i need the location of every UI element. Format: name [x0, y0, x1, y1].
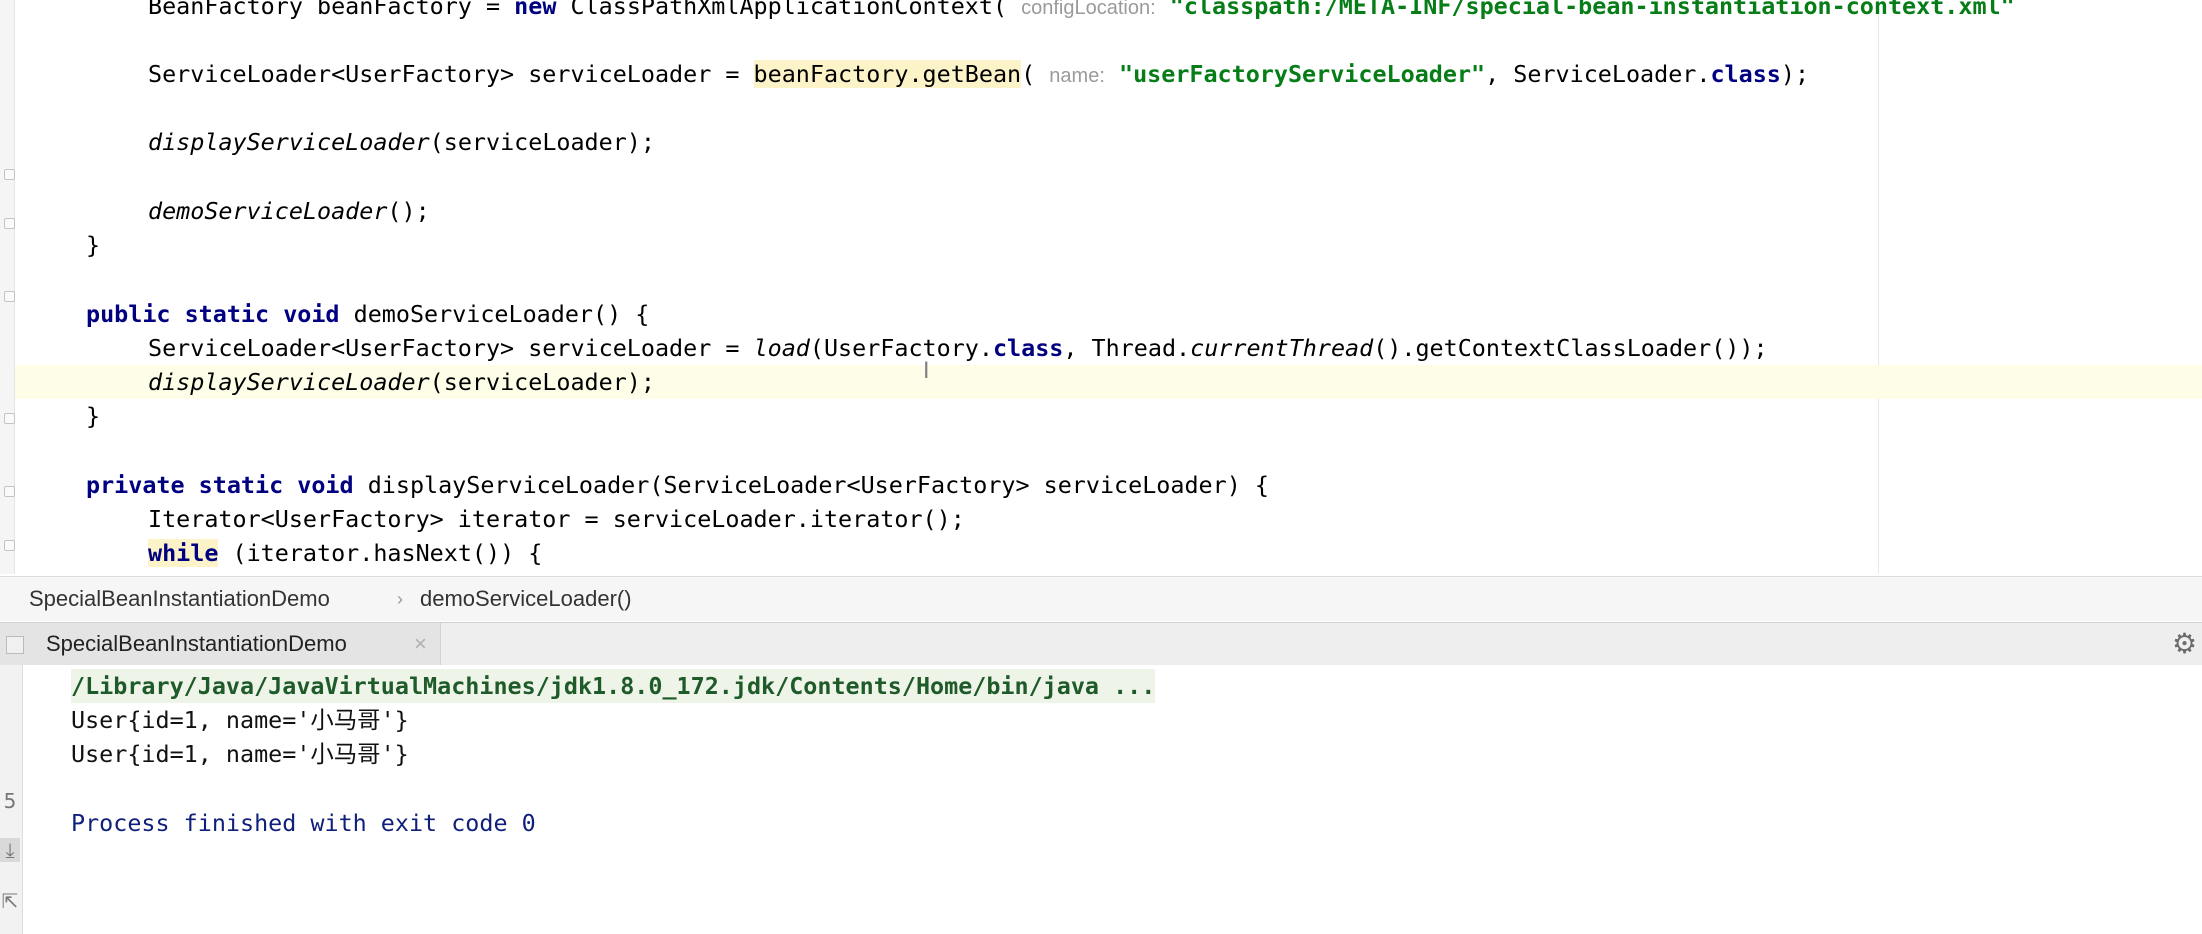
- breadcrumb-item-method[interactable]: demoServiceLoader(): [420, 577, 632, 621]
- code-token: load: [753, 334, 810, 362]
- close-tab-icon[interactable]: ×: [414, 623, 427, 665]
- fold-marker[interactable]: [4, 291, 15, 302]
- fold-marker[interactable]: [4, 218, 15, 229]
- code-token: (iterator.hasNext()) {: [218, 539, 543, 567]
- breadcrumb-item-class[interactable]: SpecialBeanInstantiationDemo: [29, 577, 330, 621]
- code-token: displayServiceLoader: [148, 368, 430, 396]
- code-line[interactable]: BeanFactory beanFactory = new ClassPathX…: [148, 0, 2015, 23]
- fold-marker[interactable]: [4, 413, 15, 424]
- breadcrumb: SpecialBeanInstantiationDemo › demoServi…: [0, 576, 2202, 621]
- code-token: }: [86, 402, 101, 430]
- soft-wrap-button[interactable]: ⇱: [0, 889, 20, 913]
- code-token: void: [283, 300, 340, 328]
- code-token: ServiceLoader<UserFactory> serviceLoader…: [148, 334, 754, 362]
- code-token: void: [297, 471, 354, 499]
- code-line[interactable]: private static void displayServiceLoader…: [86, 468, 1269, 502]
- code-token: private: [86, 471, 185, 499]
- fold-marker[interactable]: [4, 486, 15, 497]
- breadcrumb-separator-icon: ›: [397, 589, 403, 609]
- code-token: (UserFactory.: [809, 334, 993, 362]
- code-token: , Thread.: [1063, 334, 1191, 362]
- code-line[interactable]: Iterator<UserFactory> iterator = service…: [148, 502, 965, 536]
- fold-marker[interactable]: [4, 540, 15, 551]
- gear-icon[interactable]: ⚙: [2172, 623, 2197, 665]
- code-token: public: [86, 300, 171, 328]
- rerun-button[interactable]: 5: [0, 789, 20, 813]
- parameter-hint: name:: [1049, 65, 1105, 87]
- code-token: demoServiceLoader() {: [339, 300, 650, 328]
- code-token: static: [198, 471, 284, 499]
- console-exit-message: Process finished with exit code 0: [71, 809, 536, 837]
- code-token: (serviceLoader);: [429, 368, 655, 396]
- run-config-icon: [6, 636, 24, 654]
- run-tab-label: SpecialBeanInstantiationDemo: [46, 631, 347, 656]
- code-token: new: [514, 0, 557, 20]
- code-token: }: [86, 231, 101, 259]
- right-margin-guide: [1878, 0, 1879, 574]
- code-line[interactable]: displayServiceLoader(serviceLoader);: [148, 365, 655, 399]
- code-token: class: [992, 334, 1064, 362]
- code-token: displayServiceLoader: [148, 128, 430, 156]
- code-editor[interactable]: BeanFactory beanFactory = new ClassPathX…: [0, 0, 2202, 574]
- console-output-line: User{id=1, name='小马哥'}: [71, 740, 409, 768]
- code-line[interactable]: while (iterator.hasNext()) {: [148, 536, 542, 570]
- code-token: ().getContextClassLoader());: [1373, 334, 1768, 362]
- code-token: static: [184, 300, 270, 328]
- code-token: Iterator<UserFactory> iterator = service…: [148, 505, 965, 533]
- code-token: (serviceLoader);: [429, 128, 655, 156]
- code-line[interactable]: displayServiceLoader(serviceLoader);: [148, 125, 655, 159]
- scroll-to-end-button[interactable]: ⤓: [0, 838, 20, 862]
- run-console[interactable]: /Library/Java/JavaVirtualMachines/jdk1.8…: [23, 665, 2202, 934]
- editor-gutter: [0, 0, 15, 574]
- console-output-line: User{id=1, name='小马哥'}: [71, 706, 409, 734]
- code-line[interactable]: }: [86, 228, 100, 262]
- code-token: );: [1780, 60, 1810, 88]
- code-token: currentThread: [1190, 334, 1374, 362]
- code-line[interactable]: public static void demoServiceLoader() {: [86, 297, 649, 331]
- code-token: beanFactory.getBean: [753, 60, 1022, 88]
- run-tool-window-header: SpecialBeanInstantiationDemo × ⚙: [0, 622, 2202, 666]
- code-token: ClassPathXmlApplicationContext(: [556, 0, 1022, 20]
- code-token: , ServiceLoader.: [1485, 60, 1711, 88]
- code-token: demoServiceLoader: [148, 197, 388, 225]
- code-line[interactable]: ServiceLoader<UserFactory> serviceLoader…: [148, 331, 1768, 365]
- code-line[interactable]: ServiceLoader<UserFactory> serviceLoader…: [148, 57, 1809, 91]
- code-line[interactable]: }: [86, 399, 100, 433]
- run-tab[interactable]: SpecialBeanInstantiationDemo ×: [0, 623, 441, 665]
- code-token: ();: [387, 197, 430, 225]
- code-token: (: [1021, 60, 1050, 88]
- code-token: "userFactoryServiceLoader": [1118, 60, 1486, 88]
- console-command-line[interactable]: /Library/Java/JavaVirtualMachines/jdk1.8…: [71, 669, 1156, 703]
- parameter-hint: configLocation:: [1021, 0, 1156, 19]
- code-token: while: [148, 539, 219, 567]
- mouse-text-cursor-icon: I: [923, 359, 930, 384]
- code-token: class: [1710, 60, 1781, 88]
- fold-marker[interactable]: [4, 169, 15, 180]
- code-token: ServiceLoader<UserFactory> serviceLoader…: [148, 60, 754, 88]
- run-toolbar: 5 ⤓ ⇱: [0, 665, 23, 934]
- code-line[interactable]: demoServiceLoader();: [148, 194, 430, 228]
- code-token: BeanFactory beanFactory =: [148, 0, 515, 20]
- code-token: displayServiceLoader(ServiceLoader<UserF…: [353, 471, 1269, 499]
- code-token: "classpath:/META-INF/special-bean-instan…: [1169, 0, 2015, 20]
